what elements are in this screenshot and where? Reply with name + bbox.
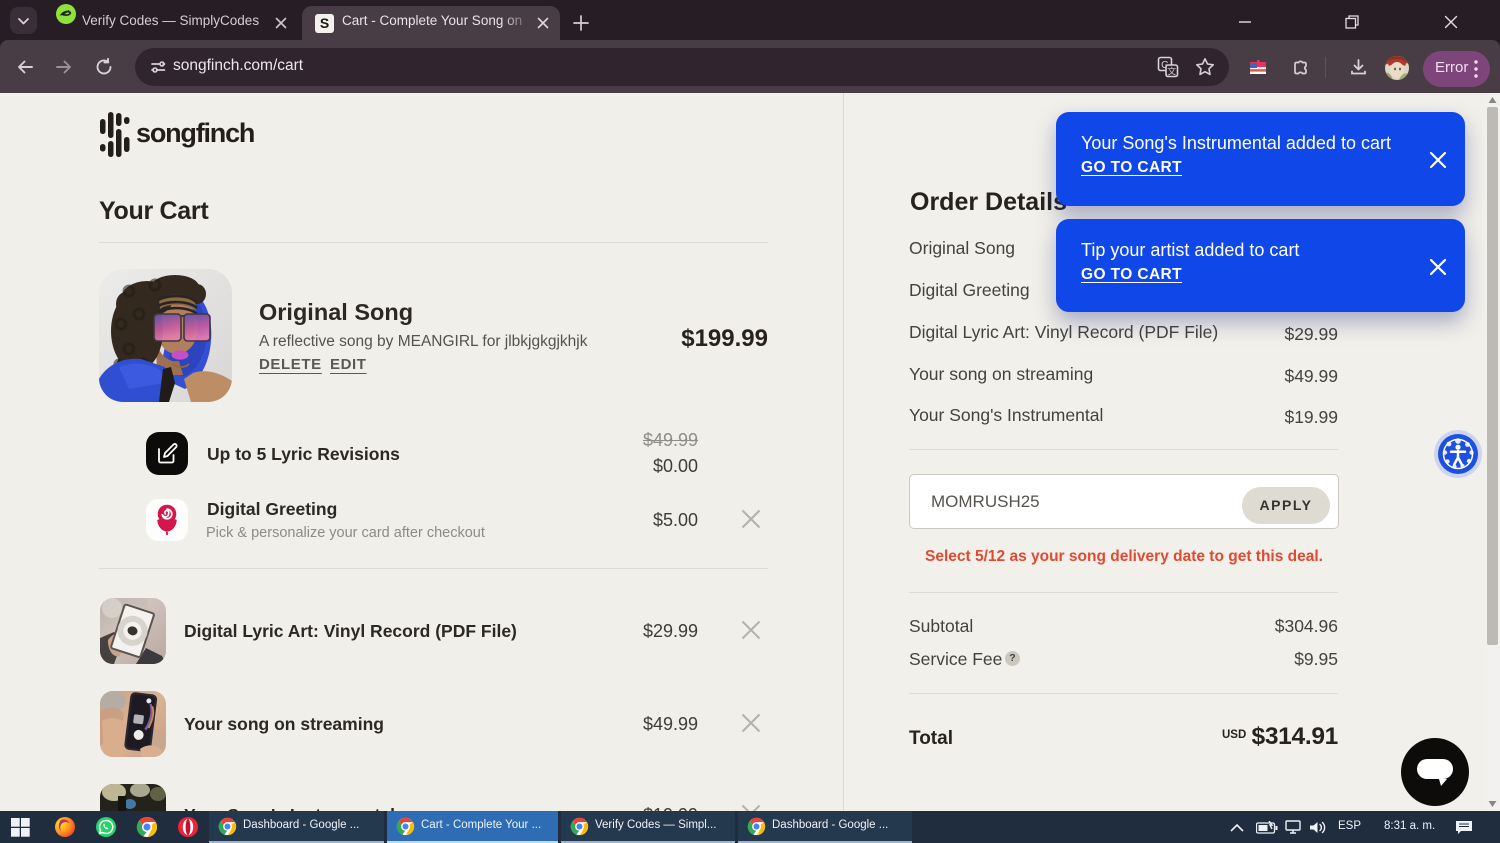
svg-text:文: 文 (1167, 65, 1176, 76)
